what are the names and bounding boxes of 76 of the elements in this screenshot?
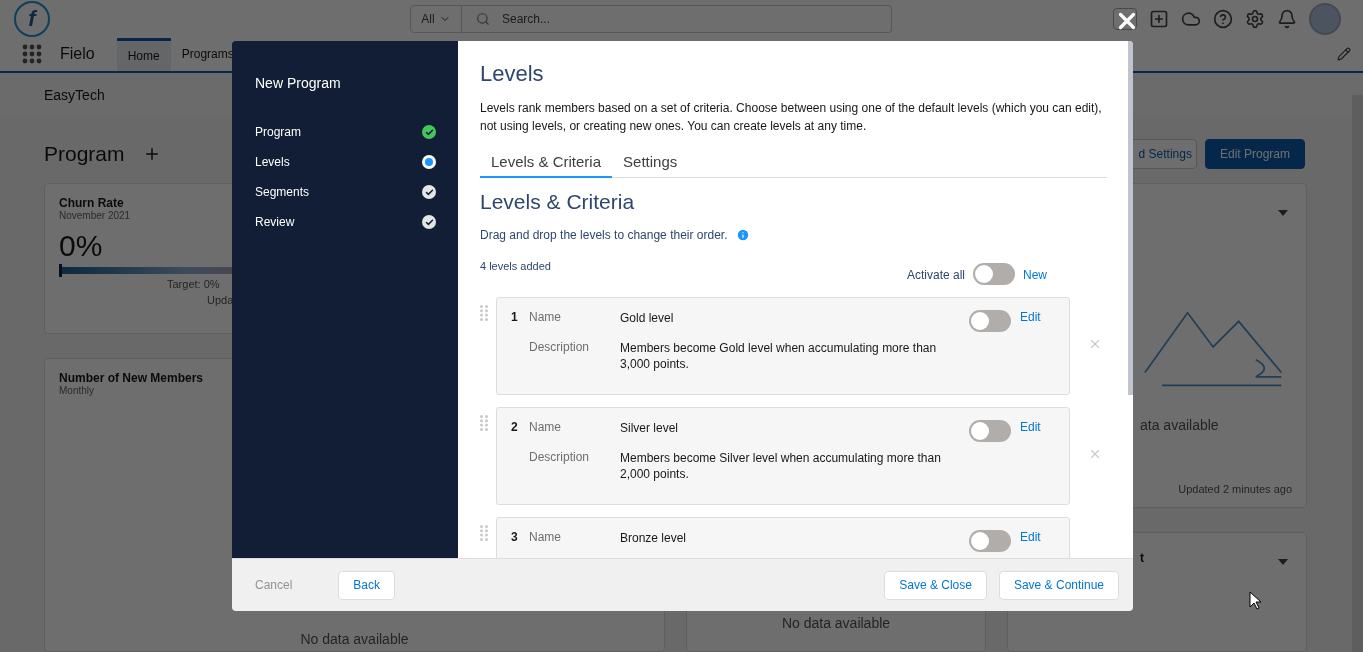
app-name: Fielo: [60, 45, 95, 64]
level-description: Members become Gold level when accumulating more than 3,000 points.: [620, 340, 938, 372]
wizard-step[interactable]: Segments: [255, 185, 310, 199]
level-name: Bronze level: [620, 530, 688, 546]
drag-handle-icon[interactable]: [480, 305, 488, 321]
logo[interactable]: f: [14, 0, 50, 37]
bell-icon[interactable]: [1277, 8, 1297, 29]
level-toggle[interactable]: [969, 420, 1011, 442]
card-subtitle: November 2021: [59, 210, 132, 221]
wizard-step[interactable]: Review: [255, 215, 295, 229]
card-title: Churn Rate: [59, 196, 125, 210]
level-number: 1: [511, 310, 519, 324]
wizard-step[interactable]: Levels: [255, 155, 290, 169]
card-title: t: [1140, 551, 1144, 565]
wizard-title: New Program: [255, 75, 342, 91]
edit-link[interactable]: Edit: [1020, 310, 1057, 324]
nav-tab[interactable]: Home: [116, 37, 171, 71]
field-label: Name: [529, 530, 562, 544]
settings-icon[interactable]: [1245, 8, 1265, 29]
breadcrumb: EasyTech: [44, 87, 105, 103]
search-icon: [476, 11, 490, 26]
avatar[interactable]: [1309, 2, 1341, 35]
empty-text: No data available: [299, 631, 410, 647]
target-text: Target: 0%: [167, 278, 220, 290]
activate-all-toggle[interactable]: [973, 263, 1015, 285]
save-close-button[interactable]: Save & Close: [884, 570, 987, 600]
level-card[interactable]: 3 Name Bronze level Edit: [496, 517, 1070, 558]
field-label: Description: [529, 340, 591, 354]
activate-all-label: Activate all: [906, 268, 965, 282]
level-number: 3: [511, 530, 519, 544]
updated-text: Updated 2 minutes ago: [1178, 483, 1292, 495]
cursor-icon: [1249, 591, 1263, 611]
tab[interactable]: Levels & Criteria: [480, 149, 613, 178]
field-label: Name: [529, 310, 562, 324]
level-toggle[interactable]: [969, 310, 1011, 332]
edit-icon[interactable]: [1337, 47, 1351, 62]
field-label: Name: [529, 420, 562, 434]
empty-text: ata available: [1140, 417, 1219, 433]
level-name: Gold level: [620, 310, 675, 326]
empty-text: No data available: [780, 615, 892, 631]
level-card[interactable]: 2 Name Silver level Edit Description Members become Silver level when accumulating more than 2,000 points.: [496, 407, 1070, 505]
level-description: Members become Silver level when accumulating more than 2,000 points.: [620, 450, 942, 482]
drag-handle-icon[interactable]: [480, 525, 488, 541]
drag-handle-icon[interactable]: [480, 415, 488, 431]
section-title: Levels & Criteria: [480, 190, 636, 214]
wizard-step[interactable]: Program: [255, 125, 301, 139]
search-scope-dropdown[interactable]: All: [410, 4, 462, 33]
info-icon[interactable]: [735, 228, 750, 242]
intro-paragraph: Levels rank members based on a set of criteria. Choose between using one of the default levels (which you can edit), not using levels, or creating new ones. You can create levels at any time.: [480, 100, 1103, 135]
field-label: Description: [529, 450, 591, 464]
levels-count: 4 levels added: [480, 260, 551, 272]
save-continue-button[interactable]: Save & Continue: [998, 570, 1119, 600]
app-launcher-icon[interactable]: [22, 44, 42, 65]
edit-link[interactable]: Edit: [1020, 530, 1057, 544]
metric-value: 0%: [59, 229, 104, 263]
page-title: Program: [44, 142, 125, 166]
edit-link[interactable]: Edit: [1020, 420, 1057, 434]
level-toggle[interactable]: [969, 530, 1011, 552]
add-icon[interactable]: [1149, 8, 1169, 29]
hint-text: Drag and drop the levels to change their order.: [480, 228, 728, 242]
level-number: 2: [511, 420, 519, 434]
tab[interactable]: Settings: [612, 149, 689, 178]
cancel-button[interactable]: Cancel: [255, 578, 293, 592]
card-title: Number of New Members: [59, 371, 205, 385]
help-icon[interactable]: [1213, 8, 1233, 29]
level-card[interactable]: 1 Name Gold level Edit Description Members become Gold level when accumulating more than 3,000 points.: [496, 297, 1070, 395]
scrollbar-thumb[interactable]: [1128, 41, 1133, 395]
back-button[interactable]: Back: [338, 570, 396, 600]
search-input[interactable]: Search...: [501, 5, 891, 32]
level-name: Silver level: [620, 420, 680, 436]
page-button[interactable]: Edit Program: [1204, 139, 1305, 169]
favorites-button[interactable]: [1113, 7, 1137, 30]
dialog-title: Levels: [480, 61, 545, 87]
new-link[interactable]: New: [1023, 268, 1047, 282]
search-field[interactable]: Search...: [462, 4, 892, 33]
card-subtitle: Monthly: [59, 385, 95, 396]
